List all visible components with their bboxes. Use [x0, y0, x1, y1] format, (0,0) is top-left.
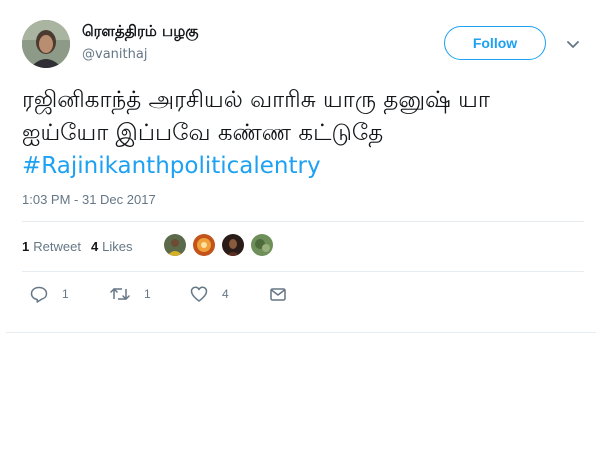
author-display-name[interactable]: ரௌத்திரம் பழகு	[82, 22, 199, 42]
tweet-actions: 1 1 4	[22, 284, 422, 304]
reply-button[interactable]: 1	[30, 284, 69, 304]
reply-count: 1	[62, 287, 69, 301]
author-avatar[interactable]	[22, 20, 70, 68]
direct-message-button[interactable]	[270, 284, 286, 304]
likes-count: 4	[90, 238, 99, 254]
tweet-card: ரௌத்திரம் பழகு @vanithaj Follow ரஜினிகாந…	[6, 0, 596, 333]
chevron-down-icon[interactable]	[566, 38, 580, 52]
author-handle[interactable]: @vanithaj	[82, 47, 147, 62]
heart-icon	[190, 286, 208, 302]
follow-button[interactable]: Follow	[444, 26, 546, 60]
retweet-count: 1	[144, 287, 151, 301]
divider	[22, 221, 584, 222]
tweet-text: ரஜினிகாந்த் அரசியல் வாரிசு யாரு தனுஷ் யா…	[22, 84, 582, 183]
like-button[interactable]: 4	[190, 284, 229, 304]
divider	[22, 271, 584, 272]
hashtag-link[interactable]: #Rajinikanthpoliticalentry	[22, 153, 321, 179]
liker-avatar[interactable]	[193, 234, 215, 256]
tweet-timestamp[interactable]: 1:03 PM - 31 Dec 2017	[22, 192, 156, 207]
like-count: 4	[222, 287, 229, 301]
retweets-label: Retweet	[33, 238, 81, 254]
envelope-icon	[270, 287, 286, 301]
liker-avatars	[164, 234, 280, 256]
retweet-button[interactable]: 1	[110, 284, 151, 304]
retweets-count: 1	[22, 238, 30, 254]
tweet-body: ரஜினிகாந்த் அரசியல் வாரிசு யாரு தனுஷ் யா…	[22, 87, 490, 146]
retweet-icon	[110, 286, 130, 302]
liker-avatar[interactable]	[222, 234, 244, 256]
reply-icon	[30, 286, 48, 303]
retweets-stat[interactable]: 1 Retweet	[22, 239, 81, 254]
engagement-stats: 1 Retweet 4 Likes	[22, 236, 143, 256]
liker-avatar[interactable]	[251, 234, 273, 256]
likes-stat[interactable]: 4 Likes	[91, 239, 133, 254]
likes-label: Likes	[102, 238, 133, 254]
liker-avatar[interactable]	[164, 234, 186, 256]
